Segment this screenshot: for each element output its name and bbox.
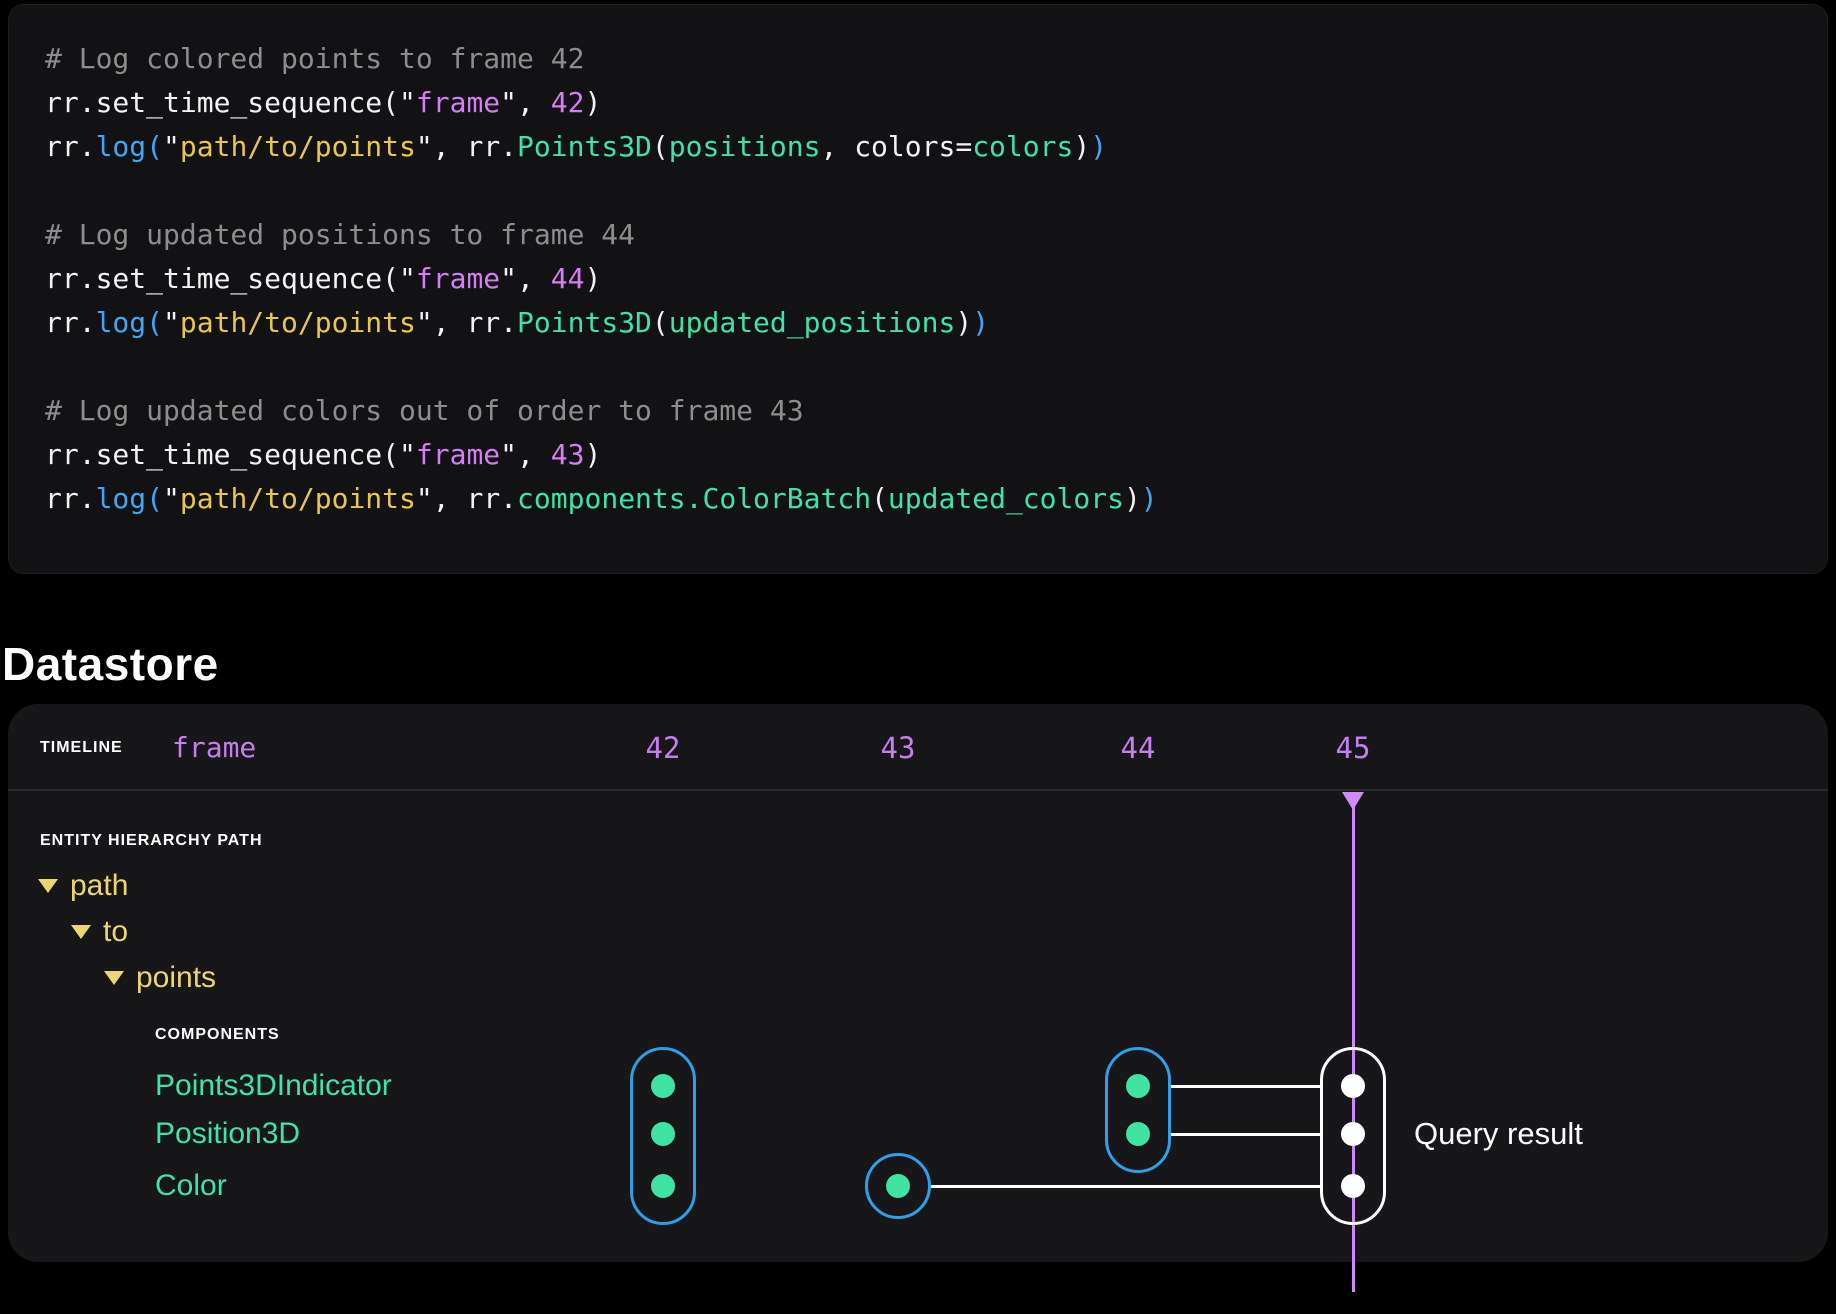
frame-44-capsule xyxy=(1105,1047,1171,1173)
code-token: ( xyxy=(652,130,669,163)
code-token: ", xyxy=(500,262,551,295)
code-token: ( xyxy=(652,306,669,339)
component-dot xyxy=(651,1174,675,1198)
triangle-down-icon xyxy=(104,971,124,985)
component-label-Color: Color xyxy=(155,1167,227,1205)
code-token: ", rr. xyxy=(416,306,517,339)
code-token: ) xyxy=(955,306,972,339)
code-token: rr.set_time_sequence(" xyxy=(45,86,416,119)
code-token: " xyxy=(163,306,180,339)
component-dot xyxy=(651,1074,675,1098)
code-token: rr. xyxy=(45,130,96,163)
code-line: rr.log("path/to/points", rr.Points3D(upd… xyxy=(45,301,1827,345)
code-token: ) xyxy=(1073,130,1090,163)
component-dot xyxy=(1341,1174,1365,1198)
code-line xyxy=(45,345,1827,389)
page-title: Datastore xyxy=(2,637,219,691)
code-token: components.ColorBatch xyxy=(517,482,871,515)
component-dot xyxy=(886,1174,910,1198)
code-line: rr.set_time_sequence("frame", 43) xyxy=(45,433,1827,477)
code-token: ", rr. xyxy=(416,482,517,515)
code-line: rr.log("path/to/points", rr.Points3D(pos… xyxy=(45,125,1827,169)
timeline-name: frame xyxy=(172,730,256,766)
component-dot xyxy=(651,1122,675,1146)
code-token: updated_positions xyxy=(669,306,956,339)
code-token: frame xyxy=(416,262,500,295)
docs-page: # Log colored points to frame 42 rr.set_t… xyxy=(0,0,1836,1314)
code-token: colors xyxy=(972,130,1073,163)
code-token: 42 xyxy=(551,86,585,119)
component-label-Position3D: Position3D xyxy=(155,1115,300,1153)
timeline-header-divider xyxy=(8,789,1828,791)
tree-item-points: points xyxy=(136,959,216,997)
code-line: rr.set_time_sequence("frame", 42) xyxy=(45,81,1827,125)
triangle-down-icon xyxy=(71,925,91,939)
code-token: ) xyxy=(584,262,601,295)
code-token: , colors= xyxy=(820,130,972,163)
code-token: ) xyxy=(972,306,989,339)
code-token: Points3D xyxy=(517,306,652,339)
code-token: rr.set_time_sequence(" xyxy=(45,262,416,295)
entity-hierarchy-label: ENTITY HIERARCHY PATH xyxy=(40,832,263,850)
code-snippet: # Log colored points to frame 42 rr.set_t… xyxy=(8,4,1828,574)
timeline-tick-42: 42 xyxy=(646,730,681,766)
code-token: frame xyxy=(416,438,500,471)
code-line: # Log colored points to frame 42 xyxy=(45,37,1827,81)
code-token: path/to/points xyxy=(180,306,416,339)
triangle-down-icon xyxy=(38,879,58,893)
code-token: rr. xyxy=(45,306,96,339)
query-result-label: Query result xyxy=(1414,1115,1583,1153)
connector-line xyxy=(1171,1133,1320,1136)
code-line: # Log updated colors out of order to fra… xyxy=(45,389,1827,433)
code-line xyxy=(45,169,1827,213)
code-token: path/to/points xyxy=(180,482,416,515)
code-line: rr.log("path/to/points", rr.components.C… xyxy=(45,477,1827,521)
code-token: log( xyxy=(96,482,163,515)
component-dot xyxy=(1341,1074,1365,1098)
timeline-label: TIMELINE xyxy=(40,739,123,757)
playhead-marker-icon xyxy=(1342,792,1364,810)
code-token: ", xyxy=(500,86,551,119)
code-token: path/to/points xyxy=(180,130,416,163)
code-token: positions xyxy=(669,130,821,163)
code-token: # Log updated colors out of order to fra… xyxy=(45,394,804,427)
code-token: ) xyxy=(584,438,601,471)
code-token: rr. xyxy=(45,482,96,515)
code-token: ) xyxy=(1090,130,1107,163)
code-line: # Log updated positions to frame 44 xyxy=(45,213,1827,257)
components-label: COMPONENTS xyxy=(155,1026,280,1044)
code-token: 43 xyxy=(551,438,585,471)
code-token: frame xyxy=(416,86,500,119)
code-token: ", rr. xyxy=(416,130,517,163)
connector-line xyxy=(931,1185,1320,1188)
code-token: ) xyxy=(1124,482,1141,515)
code-token: ) xyxy=(584,86,601,119)
code-line: rr.set_time_sequence("frame", 44) xyxy=(45,257,1827,301)
code-token: # Log colored points to frame 42 xyxy=(45,42,584,75)
connector-line xyxy=(1171,1085,1320,1088)
code-token: rr.set_time_sequence(" xyxy=(45,438,416,471)
timeline-tick-45: 45 xyxy=(1336,730,1371,766)
code-token: ) xyxy=(1141,482,1158,515)
code-token: ( xyxy=(871,482,888,515)
component-dot xyxy=(1126,1074,1150,1098)
code-token: " xyxy=(163,130,180,163)
code-token: # Log updated positions to frame 44 xyxy=(45,218,635,251)
tree-item-path: path xyxy=(70,867,128,905)
code-token: Points3D xyxy=(517,130,652,163)
code-token: log( xyxy=(96,306,163,339)
code-token: updated_colors xyxy=(888,482,1124,515)
timeline-tick-44: 44 xyxy=(1121,730,1156,766)
component-label-Points3DIndicator: Points3DIndicator xyxy=(155,1067,392,1105)
tree-item-to: to xyxy=(103,913,128,951)
component-dot xyxy=(1341,1122,1365,1146)
code-token: " xyxy=(163,482,180,515)
component-dot xyxy=(1126,1122,1150,1146)
code-token: ", xyxy=(500,438,551,471)
timeline-tick-43: 43 xyxy=(881,730,916,766)
code-token: 44 xyxy=(551,262,585,295)
code-token: log( xyxy=(96,130,163,163)
